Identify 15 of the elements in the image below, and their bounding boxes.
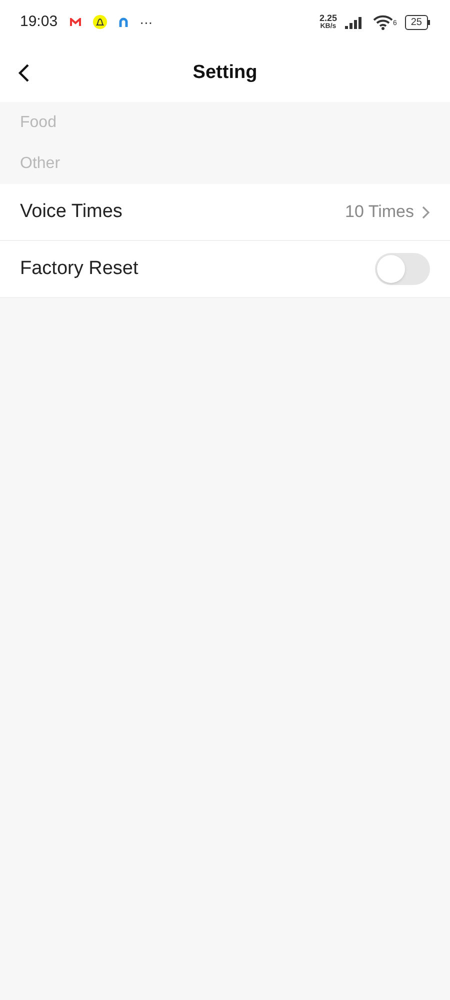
more-notifications: ··· (140, 12, 152, 32)
arch-icon (118, 17, 128, 27)
toggle-switch[interactable] (375, 253, 430, 285)
setting-label: Factory Reset (20, 256, 138, 281)
section-label: Food (20, 112, 56, 132)
mail-icon (70, 18, 81, 26)
setting-value-button[interactable]: 10 Times (345, 199, 430, 225)
status-time: 19:03 (20, 12, 58, 32)
wifi-icon (372, 14, 393, 30)
page-title: Setting (192, 60, 258, 85)
section-label: Other (20, 154, 60, 174)
setting-label: Voice Times (20, 200, 122, 224)
battery-indicator: 25 (404, 14, 428, 30)
chevron-right-icon (422, 206, 430, 218)
speed-value: 2.25 (319, 14, 337, 23)
